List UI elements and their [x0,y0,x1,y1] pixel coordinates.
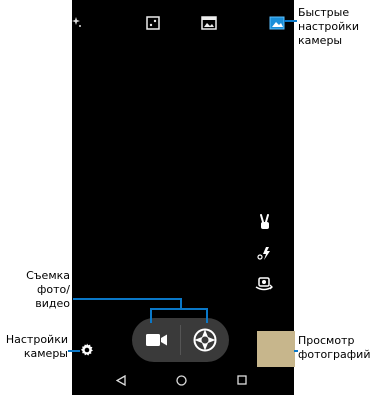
last-photo-thumbnail[interactable] [257,331,295,367]
shutter-icon[interactable] [193,328,217,352]
callout-shoot-right [206,308,208,323]
camera-settings-label: Настройки камеры [3,333,68,361]
shoot-label-line3: видео [35,297,70,310]
quick-settings-label-line2: настройки [298,20,360,33]
shoot-label: Съемка фото/ видео [20,269,70,311]
capture-controls [132,318,229,362]
gallery-label-line1: Просмотр [298,334,355,347]
flash-auto-icon[interactable] [257,245,273,261]
quick-settings-label-line1: Быстрые [298,6,350,19]
video-camera-icon[interactable] [146,333,168,347]
sparkle-icon[interactable] [72,16,82,28]
home-icon[interactable] [176,375,187,386]
hdr-icon[interactable] [146,16,160,30]
shoot-label-line1: Съемка [26,269,70,282]
scene-mode-icon[interactable] [269,16,285,30]
switch-camera-icon[interactable] [255,276,273,292]
gear-icon[interactable] [80,343,94,357]
pill-divider [180,325,181,355]
callout-shoot-bar [150,308,208,310]
camera-settings-label-line1: Настройки [5,333,68,346]
callout-shoot-left [150,308,152,323]
quick-settings-label-line3: камеры [298,34,343,47]
gesture-shot-icon[interactable] [258,214,272,230]
callout-quick-settings [284,20,297,22]
callout-gallery [294,350,298,352]
gallery-label: Просмотр фотографий [298,334,370,362]
camera-viewfinder[interactable] [72,0,295,395]
callout-shoot-h [73,298,181,300]
callout-settings [68,350,80,352]
back-icon[interactable] [116,375,126,386]
recents-icon[interactable] [237,375,247,385]
shoot-label-line2: фото/ [37,283,70,296]
camera-settings-label-line2: камеры [23,347,68,360]
panorama-mode-icon[interactable] [201,16,217,30]
quick-settings-label: Быстрые настройки камеры [298,6,359,48]
gallery-label-line2: фотографий [298,348,371,361]
